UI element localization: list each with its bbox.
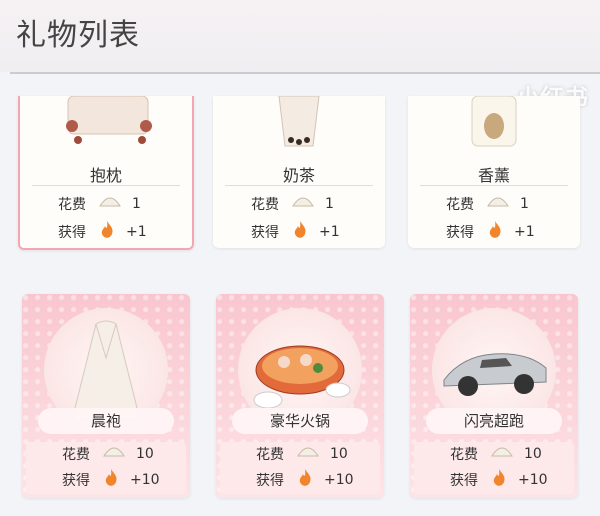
gain-label: 获得	[251, 225, 279, 241]
gain-label: 获得	[446, 225, 474, 241]
cost-row: 花费 1	[58, 194, 141, 214]
aroma-candle-icon	[408, 96, 580, 148]
flame-icon	[296, 468, 314, 492]
milk-tea-icon	[213, 96, 385, 148]
cost-label: 花费	[446, 197, 474, 213]
gain-row: 获得 +1	[58, 220, 147, 244]
flame-icon	[102, 468, 120, 492]
gift-name: 奶茶	[282, 166, 315, 185]
cost-label: 花费	[256, 447, 284, 463]
gain-value: +1	[126, 224, 147, 240]
gain-label: 获得	[450, 473, 478, 489]
flame-icon	[486, 220, 504, 244]
header-bar: 礼物列表	[0, 0, 600, 72]
stats-panel: 花费 10 获得 +10	[414, 442, 574, 494]
cost-row: 花费 1	[446, 194, 529, 214]
cost-label: 花费	[450, 447, 478, 463]
gift-card-sports-car[interactable]: 闪亮超跑 花费 10 获得 +10	[410, 294, 578, 498]
gain-row: 获得 +10	[450, 468, 548, 492]
dumpling-icon	[98, 194, 122, 214]
cost-value: 1	[132, 196, 141, 212]
gain-value: +1	[514, 224, 535, 240]
gift-name: 香薰	[477, 166, 510, 185]
cost-value: 10	[330, 446, 348, 462]
gain-value: +10	[518, 472, 548, 488]
gain-row: 获得 +10	[62, 468, 160, 492]
gift-card-pillow[interactable]: 抱枕 花费 1 获得 +1	[18, 96, 194, 250]
card-divider	[225, 185, 373, 186]
cost-row: 花费 1	[251, 194, 334, 214]
cost-row: 花费 10	[62, 444, 154, 464]
cost-value: 10	[136, 446, 154, 462]
gain-value: +1	[319, 224, 340, 240]
card-divider	[32, 185, 180, 186]
card-divider	[420, 185, 568, 186]
gift-name: 晨袍	[38, 408, 174, 434]
gain-value: +10	[130, 472, 160, 488]
gift-card-aroma[interactable]: 香薰 花费 1 获得 +1	[408, 96, 580, 248]
flame-icon	[98, 220, 116, 244]
gift-name: 闪亮超跑	[426, 408, 562, 434]
gift-name: 豪华火锅	[232, 408, 368, 434]
dumpling-icon	[486, 194, 510, 214]
gift-card-hotpot[interactable]: 豪华火锅 花费 10 获得 +10	[216, 294, 384, 498]
dumpling-icon	[291, 194, 315, 214]
header-divider	[10, 72, 600, 74]
stats-panel: 花费 10 获得 +10	[26, 442, 186, 494]
cost-label: 花费	[251, 197, 279, 213]
cost-label: 花费	[62, 447, 90, 463]
cost-row: 花费 10	[450, 444, 542, 464]
dumpling-icon	[102, 444, 126, 464]
cost-value: 10	[524, 446, 542, 462]
gift-name: 抱枕	[89, 166, 122, 185]
gain-row: 获得 +1	[446, 220, 535, 244]
gain-row: 获得 +1	[251, 220, 340, 244]
flame-icon	[490, 468, 508, 492]
cost-label: 花费	[58, 197, 86, 213]
flame-icon	[291, 220, 309, 244]
stats-panel: 花费 10 获得 +10	[220, 442, 380, 494]
dumpling-icon	[296, 444, 320, 464]
cost-value: 1	[520, 196, 529, 212]
gain-label: 获得	[62, 473, 90, 489]
gain-label: 获得	[256, 473, 284, 489]
gain-value: +10	[324, 472, 354, 488]
gift-card-robe[interactable]: 晨袍 花费 10 获得 +10	[22, 294, 190, 498]
page-title: 礼物列表	[16, 18, 140, 53]
gift-card-milk-tea[interactable]: 奶茶 花费 1 获得 +1	[213, 96, 385, 248]
cost-row: 花费 10	[256, 444, 348, 464]
gain-row: 获得 +10	[256, 468, 354, 492]
gain-label: 获得	[58, 225, 86, 241]
cost-value: 1	[325, 196, 334, 212]
pillow-icon	[20, 96, 192, 148]
dumpling-icon	[490, 444, 514, 464]
